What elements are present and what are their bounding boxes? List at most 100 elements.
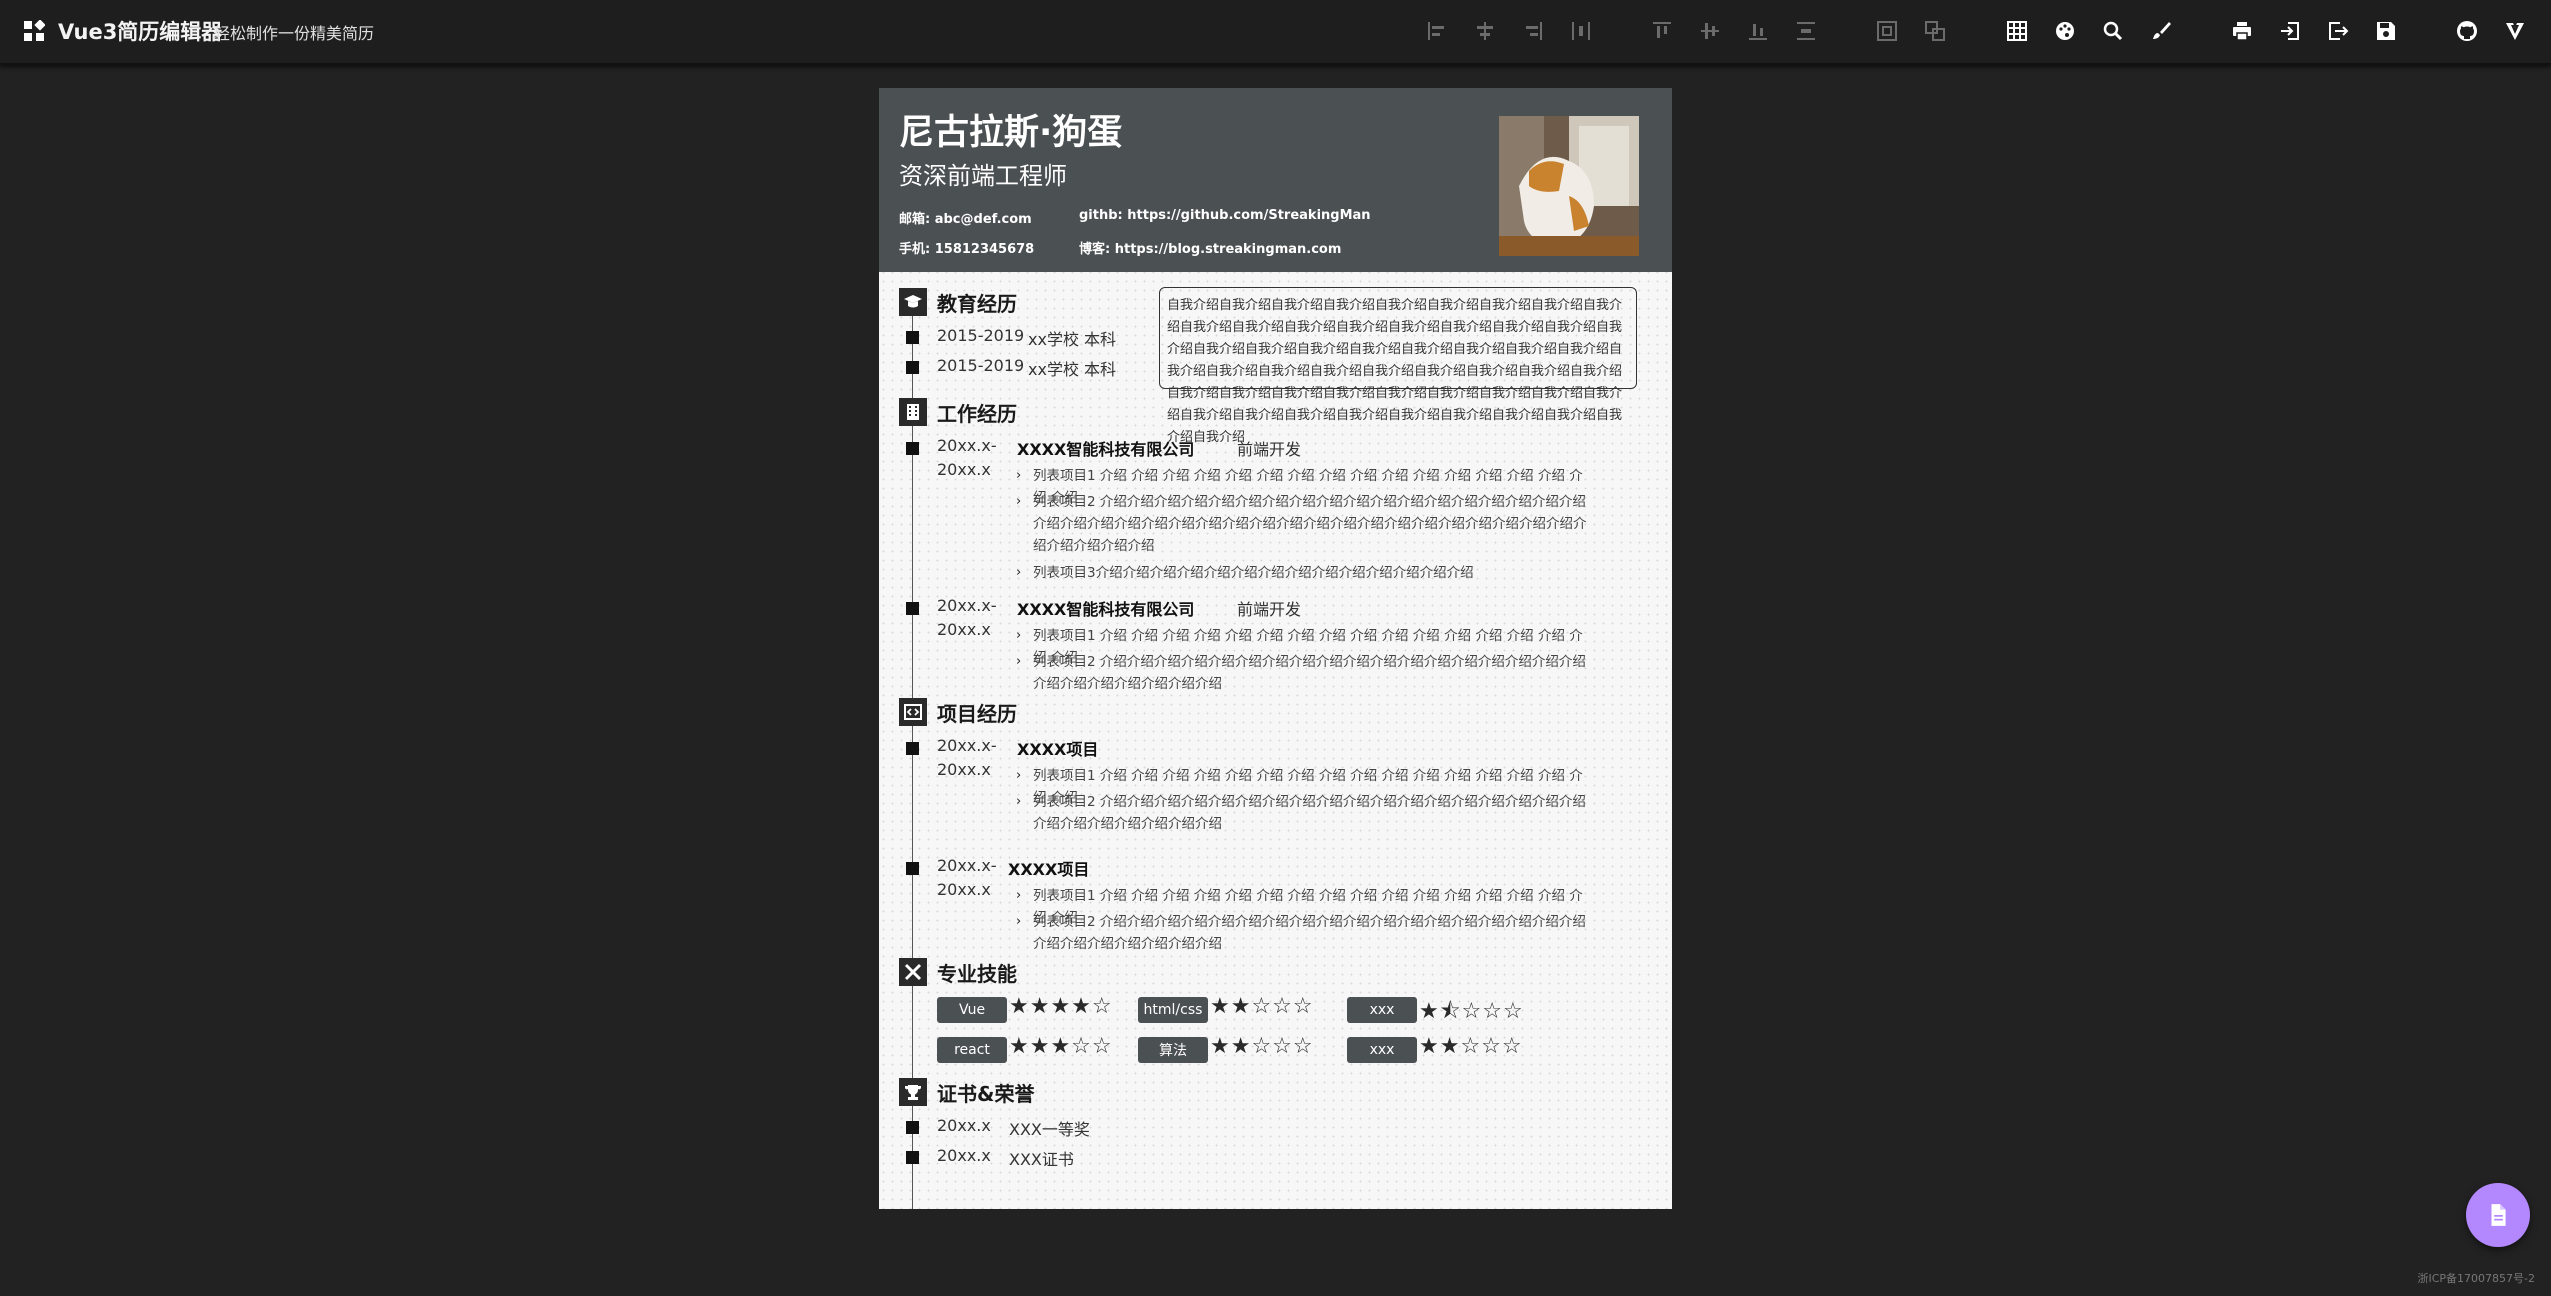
group-icon[interactable] [1872, 16, 1902, 46]
work-role[interactable]: 前端开发 [1237, 596, 1301, 620]
vuetify-icon[interactable] [2500, 16, 2530, 46]
export-icon[interactable] [2323, 16, 2353, 46]
resume-name[interactable]: 尼古拉斯·狗蛋 [899, 104, 1122, 155]
app-title: Vue3简历编辑器 [58, 20, 223, 44]
education-school[interactable]: xx学校 本科 [1028, 356, 1116, 380]
app-subtitle: 轻松制作一份精美简历 [214, 24, 375, 43]
work-section-title[interactable]: 工作经历 [937, 398, 1017, 427]
work-company[interactable]: XXXX智能科技有限公司 [1017, 436, 1194, 460]
project-point[interactable]: › 列表项目2 介绍介绍介绍介绍介绍介绍介绍介绍介绍介绍介绍介绍介绍介绍介绍介绍介… [1016, 791, 1593, 835]
timeline-bullet [906, 742, 919, 755]
skill-rating-stars[interactable]: ★★☆☆☆ [1419, 1034, 1523, 1059]
awards-section-title[interactable]: 证书&荣誉 [937, 1078, 1034, 1107]
palette-icon[interactable] [2050, 16, 2080, 46]
resume-header: 尼古拉斯·狗蛋 资深前端工程师 邮箱: abc@def.com githb: h… [879, 88, 1672, 272]
education-period[interactable]: 2015-2019 [937, 326, 1024, 345]
skill-rating-stars[interactable]: ★★☆☆☆ [1210, 1034, 1314, 1059]
contact-phone[interactable]: 手机: 15812345678 [899, 238, 1034, 257]
contact-blog[interactable]: 博客: https://blog.streakingman.com [1079, 238, 1341, 257]
chevron-right-icon: › [1016, 914, 1022, 929]
award-date[interactable]: 20xx.x [937, 1146, 991, 1165]
brush-icon[interactable] [2146, 16, 2176, 46]
tools-icon [899, 958, 927, 986]
work-company[interactable]: XXXX智能科技有限公司 [1017, 596, 1194, 620]
align-right-icon[interactable] [1518, 16, 1548, 46]
chevron-right-icon: › [1016, 654, 1022, 669]
work-point[interactable]: › 列表项目2 介绍介绍介绍介绍介绍介绍介绍介绍介绍介绍介绍介绍介绍介绍介绍介绍介… [1016, 491, 1593, 557]
timeline-bullet [906, 331, 919, 344]
project-period-end[interactable]: 20xx.x [937, 760, 991, 779]
import-icon[interactable] [2275, 16, 2305, 46]
timeline-bullet [906, 602, 919, 615]
building-icon [899, 398, 927, 426]
align-middle-vertical-icon[interactable] [1695, 16, 1725, 46]
timeline-bullet [906, 1121, 919, 1134]
skill-tag[interactable]: 算法 [1138, 1037, 1208, 1063]
chevron-right-icon: › [1016, 628, 1022, 643]
work-point[interactable]: › 列表项目3介绍介绍介绍介绍介绍介绍介绍介绍介绍介绍介绍介绍介绍介绍 [1016, 562, 1593, 584]
align-center-horizontal-icon[interactable] [1470, 16, 1500, 46]
skill-rating-stars[interactable]: ★⯪☆☆☆ [1419, 994, 1524, 1032]
projects-section-title[interactable]: 项目经历 [937, 698, 1017, 727]
resume-job-title[interactable]: 资深前端工程师 [899, 156, 1067, 191]
work-period-start[interactable]: 20xx.x- [937, 596, 997, 615]
graduation-cap-icon [899, 288, 927, 316]
skill-tag[interactable]: xxx [1347, 1037, 1417, 1063]
award-name[interactable]: XXX证书 [1009, 1146, 1074, 1170]
work-period-start[interactable]: 20xx.x- [937, 436, 997, 455]
document-icon [2491, 1204, 2506, 1226]
align-bottom-icon[interactable] [1743, 16, 1773, 46]
app-toolbar: Vue3简历编辑器 轻松制作一份精美简历 [0, 0, 2551, 65]
align-top-icon[interactable] [1647, 16, 1677, 46]
skills-section-title[interactable]: 专业技能 [937, 958, 1017, 987]
skill-rating-stars[interactable]: ★★☆☆☆ [1210, 994, 1314, 1019]
code-window-icon [899, 698, 927, 726]
align-left-icon[interactable] [1422, 16, 1452, 46]
ungroup-icon[interactable] [1920, 16, 1950, 46]
project-point[interactable]: › 列表项目2 介绍介绍介绍介绍介绍介绍介绍介绍介绍介绍介绍介绍介绍介绍介绍介绍介… [1016, 911, 1593, 955]
save-icon[interactable] [2371, 16, 2401, 46]
award-name[interactable]: XXX一等奖 [1009, 1116, 1090, 1140]
project-name[interactable]: XXXX项目 [1017, 736, 1098, 760]
work-period-end[interactable]: 20xx.x [937, 460, 991, 479]
github-icon[interactable] [2452, 16, 2482, 46]
print-icon[interactable] [2227, 16, 2257, 46]
timeline-bullet [906, 361, 919, 374]
resume-page: 尼古拉斯·狗蛋 资深前端工程师 邮箱: abc@def.com githb: h… [879, 88, 1672, 1209]
avatar-photo[interactable] [1499, 116, 1639, 256]
project-period-start[interactable]: 20xx.x- [937, 856, 997, 875]
project-period-end[interactable]: 20xx.x [937, 880, 991, 899]
skill-rating-stars[interactable]: ★★★☆☆ [1009, 1034, 1113, 1059]
icp-footer[interactable]: 浙ICP备17007857号-2 [2417, 1270, 2535, 1286]
contact-github[interactable]: githb: https://github.com/StreakingMan [1079, 208, 1371, 223]
work-point[interactable]: › 列表项目2 介绍介绍介绍介绍介绍介绍介绍介绍介绍介绍介绍介绍介绍介绍介绍介绍介… [1016, 651, 1593, 695]
education-school[interactable]: xx学校 本科 [1028, 326, 1116, 350]
chevron-right-icon: › [1016, 768, 1022, 783]
chevron-right-icon: › [1016, 565, 1022, 580]
timeline-bullet [906, 862, 919, 875]
distribute-vertical-icon[interactable] [1791, 16, 1821, 46]
distribute-horizontal-icon[interactable] [1566, 16, 1596, 46]
education-section-title[interactable]: 教育经历 [937, 288, 1017, 317]
chevron-right-icon: › [1016, 888, 1022, 903]
self-introduction-box[interactable]: 自我介绍自我介绍自我介绍自我介绍自我介绍自我介绍自我介绍自我介绍自我介绍自我介绍… [1159, 287, 1637, 445]
skill-tag[interactable]: html/css [1138, 997, 1208, 1023]
work-role[interactable]: 前端开发 [1237, 436, 1301, 460]
timeline-bullet [906, 442, 919, 455]
award-date[interactable]: 20xx.x [937, 1116, 991, 1135]
project-period-start[interactable]: 20xx.x- [937, 736, 997, 755]
zoom-icon[interactable] [2098, 16, 2128, 46]
project-name[interactable]: XXXX项目 [1008, 856, 1089, 880]
work-period-end[interactable]: 20xx.x [937, 620, 991, 639]
skill-rating-stars[interactable]: ★★★★☆ [1009, 994, 1113, 1019]
skill-tag[interactable]: Vue [937, 997, 1007, 1023]
contact-email[interactable]: 邮箱: abc@def.com [899, 208, 1032, 227]
document-fab-button[interactable] [2466, 1183, 2530, 1247]
dashboard-logo-icon [23, 19, 46, 42]
chevron-right-icon: › [1016, 468, 1022, 483]
skill-tag[interactable]: react [937, 1037, 1007, 1063]
chevron-right-icon: › [1016, 494, 1022, 509]
skill-tag[interactable]: xxx [1347, 997, 1417, 1023]
education-period[interactable]: 2015-2019 [937, 356, 1024, 375]
grid-icon[interactable] [2002, 16, 2032, 46]
